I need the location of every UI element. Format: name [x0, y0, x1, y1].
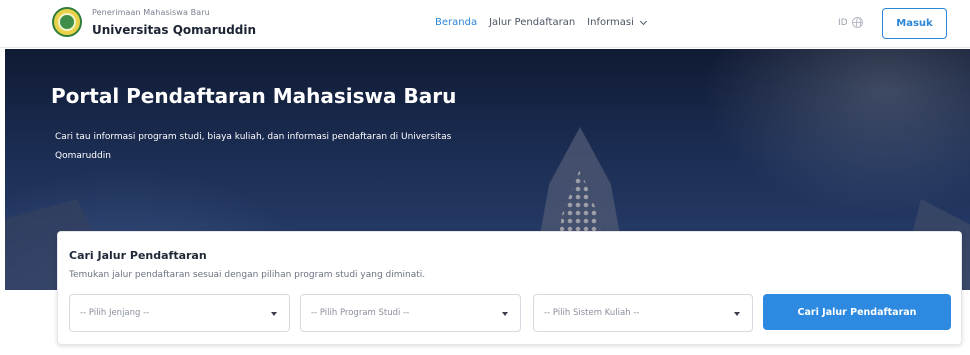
search-button[interactable]: Cari Jalur Pendaftaran	[763, 294, 951, 330]
select-program-studi[interactable]: -- Pilih Program Studi --	[300, 294, 521, 332]
search-card-description: Temukan jalur pendaftaran sesuai dengan …	[69, 270, 426, 280]
nav-item-jalur-pendaftaran[interactable]: Jalur Pendaftaran	[489, 17, 575, 28]
select-jenjang-placeholder: -- Pilih Jenjang --	[80, 308, 150, 318]
main-nav: Beranda Jalur Pendaftaran Informasi	[435, 17, 647, 28]
nav-item-beranda[interactable]: Beranda	[435, 17, 477, 28]
globe-icon	[851, 17, 863, 28]
search-card: Cari Jalur Pendaftaran Temukan jalur pen…	[57, 231, 962, 345]
search-card-title: Cari Jalur Pendaftaran	[69, 249, 207, 262]
brand-name: Universitas Qomaruddin	[92, 22, 257, 37]
chevron-down-icon	[639, 17, 647, 25]
select-program-studi-placeholder: -- Pilih Program Studi --	[311, 308, 410, 318]
nav-item-informasi[interactable]: Informasi	[587, 17, 647, 28]
caret-down-icon	[502, 312, 508, 316]
select-sistem-kuliah[interactable]: -- Pilih Sistem Kuliah --	[533, 294, 753, 332]
university-logo-icon	[52, 7, 82, 37]
nav-item-informasi-label: Informasi	[587, 17, 634, 28]
select-jenjang[interactable]: -- Pilih Jenjang --	[69, 294, 290, 332]
login-button[interactable]: Masuk	[882, 8, 947, 39]
caret-down-icon	[271, 312, 277, 316]
navbar: Penerimaan Mahasiswa Baru Universitas Qo…	[0, 0, 970, 48]
language-switcher[interactable]: ID	[838, 17, 863, 28]
hero-title: Portal Pendaftaran Mahasiswa Baru	[51, 84, 457, 108]
language-label: ID	[838, 17, 848, 28]
caret-down-icon	[734, 312, 740, 316]
hero-description: Cari tau informasi program studi, biaya …	[55, 132, 452, 161]
brand-subtitle: Penerimaan Mahasiswa Baru	[92, 7, 210, 17]
brand[interactable]: Penerimaan Mahasiswa Baru Universitas Qo…	[52, 7, 256, 37]
select-sistem-kuliah-placeholder: -- Pilih Sistem Kuliah --	[544, 308, 640, 318]
